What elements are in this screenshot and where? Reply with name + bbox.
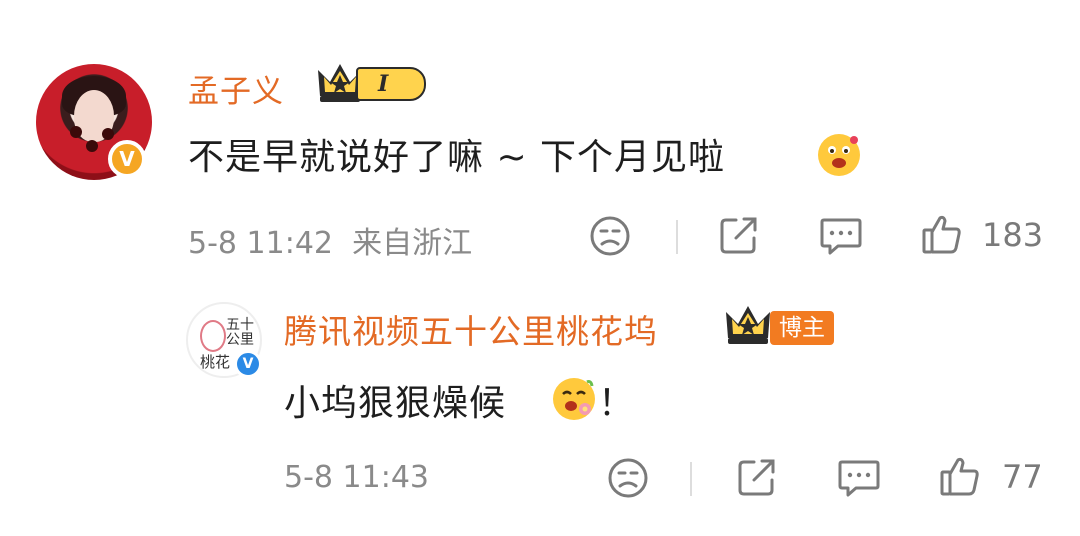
comment-text-end: ！ — [598, 383, 635, 424]
comment-author[interactable]: 腾讯视频五十公里桃花坞 — [284, 305, 658, 353]
share-icon[interactable] — [736, 456, 778, 498]
dislike-face-icon[interactable] — [588, 214, 632, 258]
comment-icon[interactable] — [818, 214, 864, 258]
comment-author[interactable]: 孟子义 — [188, 66, 284, 111]
like-count: 77 — [1002, 458, 1043, 496]
comment-location: 来自浙江 — [352, 226, 473, 261]
divider — [690, 462, 692, 496]
comment-meta: 5-8 11:42 来自浙江 — [188, 218, 472, 262]
like-count: 183 — [982, 216, 1044, 254]
crown-icon — [726, 306, 770, 344]
divider — [676, 220, 678, 254]
level-badge: I — [356, 67, 426, 101]
verified-badge-icon: V — [234, 350, 262, 378]
like-thumb-icon[interactable] — [938, 454, 982, 498]
comment-icon[interactable] — [836, 456, 882, 500]
comment-time: 5-8 11:43 — [284, 460, 429, 495]
dislike-face-icon[interactable] — [606, 456, 650, 500]
comment-text: 不是早就说好了嘛 ~ 下个月见啦 — [188, 137, 726, 178]
avatar-logo-text: 五十 公里 — [226, 317, 254, 348]
flower-happy-face-emoji-icon — [553, 378, 595, 420]
happy-face-emoji-icon — [818, 134, 860, 176]
role-badge: 博主 — [770, 311, 834, 345]
share-icon[interactable] — [718, 214, 760, 256]
avatar-logo-text-bottom: 桃花 — [200, 353, 231, 371]
verified-badge-icon: V — [108, 140, 146, 178]
like-thumb-icon[interactable] — [920, 212, 964, 256]
comment-text: 小坞狠狠燥候 — [284, 383, 507, 424]
comment-time: 5-8 11:42 — [188, 226, 333, 261]
